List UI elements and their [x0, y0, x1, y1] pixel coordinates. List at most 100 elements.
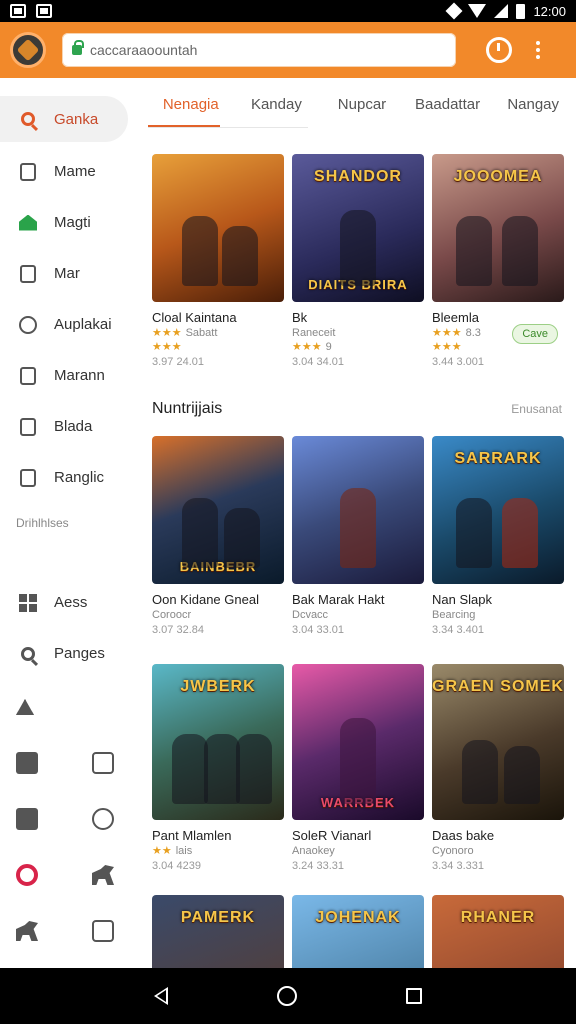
sidebar-item-label: Panges [54, 645, 105, 662]
game-card[interactable]: Bak Marak Hakt Dcvacc 3.04 33.01 [292, 436, 424, 636]
game-developer: Cyonoro [432, 845, 474, 857]
sidebar-item-label: Ranglic [54, 469, 105, 486]
tab-nenagia[interactable]: Nenagia [148, 78, 234, 130]
message-icon [18, 366, 38, 386]
pet-icon[interactable] [16, 921, 38, 941]
sidebar-item-auplakai[interactable]: Auplakai [0, 299, 140, 350]
game-card[interactable]: JOHENAK [292, 895, 424, 968]
search-bar[interactable]: caccaraaoountah [62, 33, 456, 67]
game-grid-row-2: BAINBEBR Oon Kidane Gneal Coroocr 3.07 3… [152, 436, 564, 636]
see-more-link[interactable]: Enusanat [511, 402, 562, 416]
wifi-icon [468, 4, 487, 18]
game-card[interactable]: Cloal Kaintana ★★★ Sabatt ★★★ 3.97 24.01 [152, 154, 284, 368]
list-icon [18, 264, 38, 284]
tab-nangay[interactable]: Nangay [490, 78, 576, 130]
game-meta: 3.97 24.01 [152, 356, 204, 368]
home-button-icon[interactable] [276, 986, 297, 1006]
game-thumbnail[interactable]: BAINBEBR [152, 436, 284, 584]
game-thumbnail[interactable]: GRAEN SOMEK [432, 664, 564, 820]
section-title: Nuntrijjais [152, 400, 223, 417]
game-card[interactable]: RHANER [432, 895, 564, 968]
tab-divider [148, 127, 308, 128]
back-icon[interactable] [154, 987, 169, 1005]
game-meta: 3.44 3.001 [432, 356, 484, 368]
game-thumbnail[interactable]: JWBERK [152, 664, 284, 820]
sidebar-item-ganka[interactable]: Ganka [0, 96, 128, 142]
export-icon[interactable] [16, 808, 38, 830]
notification-icon [10, 4, 26, 18]
game-thumbnail[interactable]: SHANDOR DIAITS BRIRA [292, 154, 424, 302]
tab-baadattar[interactable]: Baadattar [405, 78, 491, 130]
edit-icon[interactable] [16, 752, 38, 774]
game-thumbnail[interactable]: PAMERK [152, 895, 284, 968]
game-title: SoleR Vianarl [292, 828, 372, 843]
sidebar-item-panges[interactable]: Panges [0, 628, 140, 679]
game-card[interactable]: SARRARK Nan Slapk Bearcing 3.34 3.401 [432, 436, 564, 636]
lock-icon [72, 40, 84, 55]
sidebar-item-mar[interactable]: Mar [0, 248, 140, 299]
grid-icon [18, 593, 38, 613]
tab-kanday[interactable]: Kanday [234, 78, 320, 130]
game-thumbnail[interactable]: JOOOMEA [432, 154, 564, 302]
sidebar-item-mame[interactable]: Mame [0, 146, 140, 197]
sidebar-item-label: Marann [54, 367, 105, 384]
sidebar-item-label: Mar [54, 265, 80, 282]
sidebar-item-label: Auplakai [54, 316, 112, 333]
game-thumbnail[interactable]: SARRARK [432, 436, 564, 584]
category-tabs: Nenagia Kanday Nupcar Baadattar Nangay [148, 78, 576, 130]
rating-stars: ★★★ 9 [292, 341, 332, 353]
sidebar-item-label: Blada [54, 418, 93, 435]
game-meta: 3.34 3.401 [432, 624, 484, 636]
document-icon [18, 162, 38, 182]
game-thumbnail[interactable]: JOHENAK [292, 895, 424, 968]
more-menu-icon[interactable] [536, 41, 540, 59]
sidebar-item-label: Aess [54, 594, 88, 611]
sidebar-item-magti[interactable]: Magti [0, 197, 140, 248]
clock-time: 12:00 [533, 3, 566, 19]
game-card[interactable]: SHANDOR DIAITS BRIRA Bk Raneceit ★★★ 9 3.… [292, 154, 424, 368]
tab-nupcar[interactable]: Nupcar [319, 78, 405, 130]
game-card[interactable]: GRAEN SOMEK Daas bake Cyonoro 3.34 3.331 [432, 664, 564, 872]
game-meta: 3.34 3.331 [432, 860, 484, 872]
game-meta: 3.04 4239 [152, 860, 201, 872]
game-thumbnail[interactable] [292, 436, 424, 584]
game-thumbnail[interactable] [152, 154, 284, 302]
sidebar-item-ranglic[interactable]: Ranglic [0, 452, 140, 503]
settings-icon [18, 315, 38, 335]
game-card[interactable]: WARRBEK SoleR Vianarl Anaokey 3.24 33.31 [292, 664, 424, 872]
sidebar-item-marann[interactable]: Marann [0, 350, 140, 401]
signal-icon [494, 4, 509, 18]
game-title: Bak Marak Hakt [292, 592, 385, 607]
sidebar-item-label: Mame [54, 163, 96, 180]
history-icon[interactable] [486, 37, 512, 63]
game-grid-row-4: PAMERK JOHENAK RHANER [152, 895, 564, 968]
search-input[interactable]: caccaraaoountah [90, 42, 197, 58]
game-developer: Bearcing [432, 609, 476, 621]
game-card[interactable]: JWBERK Pant Mlamlen ★★ lais 3.04 4239 [152, 664, 284, 872]
shortcut-icon-grid [0, 679, 140, 959]
image-icon [18, 468, 38, 488]
pet-icon[interactable] [92, 865, 114, 885]
game-card[interactable]: PAMERK [152, 895, 284, 968]
battery-icon [516, 3, 526, 19]
home-icon [18, 213, 38, 233]
camera-icon[interactable] [92, 920, 114, 942]
tools-icon [18, 417, 38, 437]
network-icon[interactable] [16, 699, 34, 715]
game-thumbnail[interactable]: WARRBEK [292, 664, 424, 820]
record-icon[interactable] [16, 864, 38, 886]
game-title: Cloal Kaintana [152, 310, 237, 325]
game-thumbnail[interactable]: RHANER [432, 895, 564, 968]
compass-icon[interactable] [92, 808, 114, 830]
app-logo[interactable] [10, 32, 46, 68]
sidebar-item-blada[interactable]: Blada [0, 401, 140, 452]
game-title: Nan Slapk [432, 592, 492, 607]
sidebar-item-aess[interactable]: Aess [0, 577, 140, 628]
status-badge[interactable]: Cave [512, 324, 558, 344]
recents-icon[interactable] [405, 988, 422, 1004]
inbox-icon[interactable] [92, 752, 114, 774]
game-card[interactable]: JOOOMEA Bleemla ★★★ 8.3 ★★★ 3.44 3.001 Ca… [432, 154, 564, 368]
sidebar-section-label: Drihlhlses [16, 516, 69, 530]
app-bar: caccaraaoountah [0, 22, 576, 78]
game-card[interactable]: BAINBEBR Oon Kidane Gneal Coroocr 3.07 3… [152, 436, 284, 636]
